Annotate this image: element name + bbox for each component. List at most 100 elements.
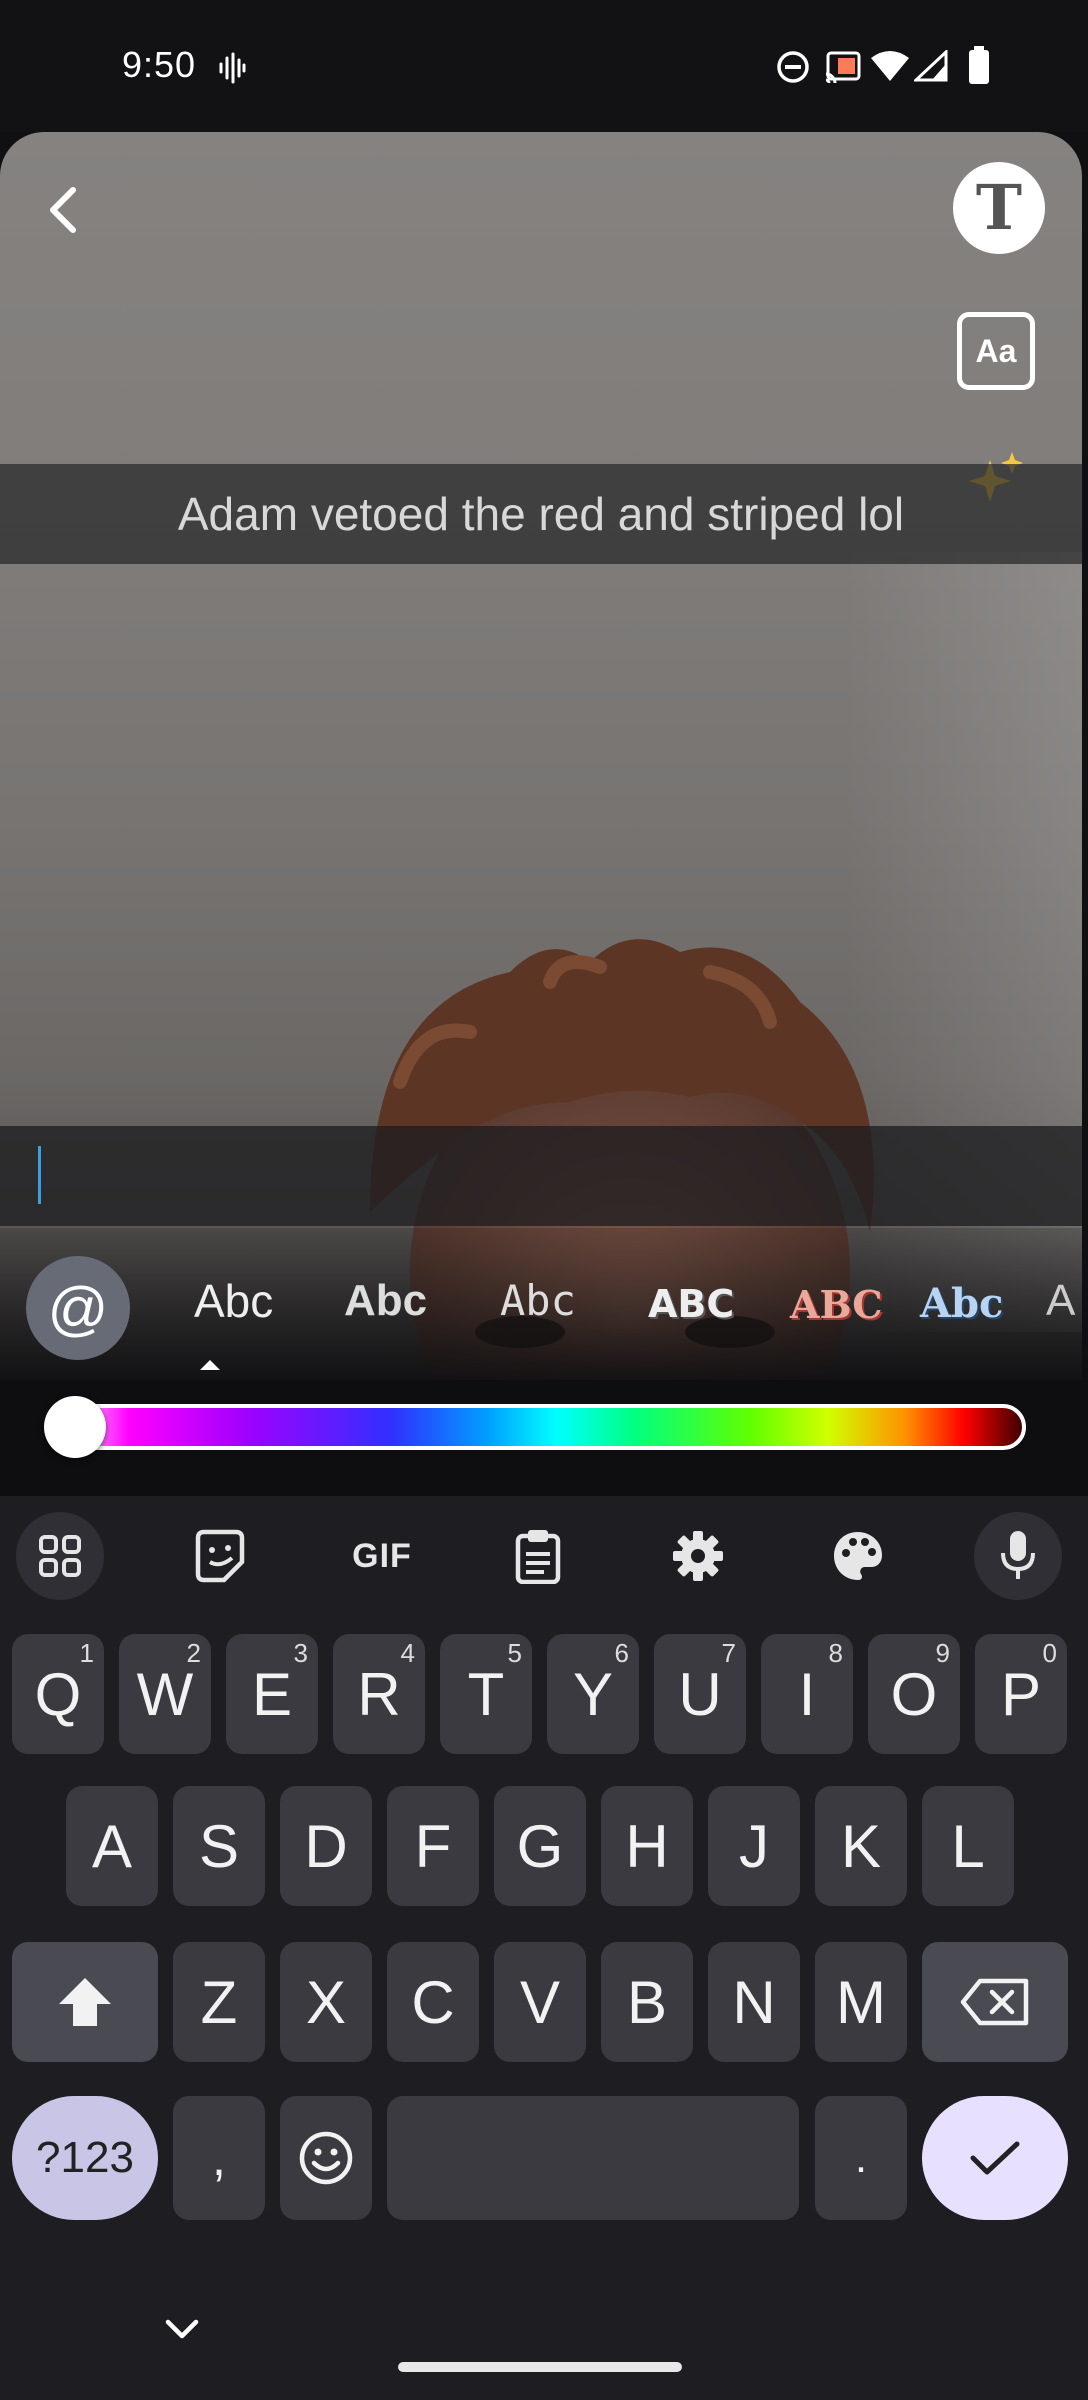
caption-text: Adam vetoed the red and striped lol bbox=[177, 488, 905, 540]
key-label: B bbox=[626, 1968, 668, 2036]
key-d[interactable]: D bbox=[280, 1786, 372, 1906]
font-option-bold[interactable]: Abc bbox=[344, 1276, 427, 1326]
caption-overlay[interactable]: Adam vetoed the red and striped lol bbox=[0, 464, 1082, 564]
voice-activity-icon bbox=[219, 52, 246, 84]
period-label: . bbox=[854, 2133, 868, 2182]
gif-button[interactable]: GIF bbox=[334, 1512, 430, 1600]
key-y[interactable]: Y6 bbox=[547, 1634, 639, 1754]
key-w[interactable]: W2 bbox=[119, 1634, 211, 1754]
key-label: O bbox=[890, 1660, 938, 1728]
key-b[interactable]: B bbox=[601, 1942, 693, 2062]
key-f[interactable]: F bbox=[387, 1786, 479, 1906]
at-icon: @ bbox=[47, 1274, 109, 1342]
key-r[interactable]: R4 bbox=[333, 1634, 425, 1754]
back-button[interactable] bbox=[32, 180, 92, 240]
backspace-icon bbox=[960, 1978, 1029, 2026]
key-hint: 2 bbox=[186, 1638, 201, 1668]
font-style-icon: Aa bbox=[975, 332, 1017, 369]
key-label: T bbox=[467, 1660, 505, 1728]
text-input-field[interactable] bbox=[0, 1126, 1082, 1226]
checkmark-icon bbox=[970, 2141, 1020, 2175]
key-label: Q bbox=[34, 1660, 82, 1728]
home-indicator[interactable] bbox=[398, 2362, 682, 2372]
done-key[interactable] bbox=[922, 2096, 1068, 2220]
period-key[interactable]: . bbox=[815, 2096, 907, 2220]
symbols-key[interactable]: ?123 bbox=[12, 2096, 158, 2220]
space-key[interactable] bbox=[387, 2096, 799, 2220]
font-option-gothic[interactable]: Abc bbox=[920, 1280, 1003, 1327]
sticker-icon bbox=[195, 1529, 245, 1583]
comma-key[interactable]: , bbox=[173, 2096, 265, 2220]
hide-keyboard-icon[interactable] bbox=[164, 2318, 200, 2342]
key-u[interactable]: U7 bbox=[654, 1634, 746, 1754]
key-m[interactable]: M bbox=[815, 1942, 907, 2062]
key-g[interactable]: G bbox=[494, 1786, 586, 1906]
key-t[interactable]: T5 bbox=[440, 1634, 532, 1754]
color-slider-area bbox=[0, 1380, 1088, 1496]
key-k[interactable]: K bbox=[815, 1786, 907, 1906]
text-cursor bbox=[38, 1146, 41, 1204]
key-hint: 5 bbox=[507, 1638, 522, 1668]
key-s[interactable]: S bbox=[173, 1786, 265, 1906]
gif-label: GIF bbox=[352, 1536, 412, 1575]
key-label: V bbox=[519, 1968, 561, 2036]
key-x[interactable]: X bbox=[280, 1942, 372, 2062]
key-p[interactable]: P0 bbox=[975, 1634, 1067, 1754]
color-slider-track[interactable] bbox=[48, 1404, 1026, 1450]
key-h[interactable]: H bbox=[601, 1786, 693, 1906]
key-n[interactable]: N bbox=[708, 1942, 800, 2062]
voice-input-button[interactable] bbox=[974, 1512, 1062, 1600]
key-hint: 6 bbox=[614, 1638, 629, 1668]
font-style-button[interactable]: Aa bbox=[957, 312, 1035, 390]
wifi-icon bbox=[871, 51, 909, 81]
key-label: Z bbox=[200, 1968, 238, 2036]
font-option-classic[interactable]: Abc bbox=[194, 1274, 273, 1328]
chevron-left-icon bbox=[50, 187, 76, 233]
microphone-icon bbox=[1001, 1531, 1035, 1579]
key-l[interactable]: L bbox=[922, 1786, 1014, 1906]
key-label: P bbox=[1000, 1660, 1042, 1728]
font-option-typewriter[interactable]: Abc bbox=[500, 1276, 576, 1325]
gear-icon bbox=[673, 1531, 723, 1581]
do-not-disturb-icon bbox=[777, 51, 809, 83]
color-slider-knob[interactable] bbox=[44, 1396, 106, 1458]
key-label: C bbox=[411, 1968, 455, 2036]
key-e[interactable]: E3 bbox=[226, 1634, 318, 1754]
font-option-impact[interactable]: ABC bbox=[648, 1282, 734, 1326]
key-i[interactable]: I8 bbox=[761, 1634, 853, 1754]
key-hint: 7 bbox=[721, 1638, 736, 1668]
shift-key[interactable] bbox=[12, 1942, 158, 2062]
font-option-more[interactable]: A bbox=[1046, 1276, 1075, 1326]
font-style-row: @ Abc Abc Abc ABC ABC Abc A bbox=[0, 1228, 1088, 1380]
key-hint: 4 bbox=[400, 1638, 415, 1668]
keyboard: GIF Q 1 W 2 E 3 R 4 T 5 Y 6 U 7 I 8 O 9 … bbox=[0, 1496, 1088, 2400]
text-tool-icon: T bbox=[975, 171, 1023, 244]
status-time: 9:50 bbox=[122, 44, 197, 85]
key-label: R bbox=[357, 1660, 401, 1728]
key-z[interactable]: Z bbox=[173, 1942, 265, 2062]
key-label: X bbox=[305, 1968, 347, 2036]
camera-preview[interactable]: T Aa Adam vetoed the red and striped lol bbox=[0, 132, 1082, 1382]
sticker-button[interactable] bbox=[176, 1512, 264, 1600]
clipboard-button[interactable] bbox=[494, 1512, 582, 1600]
key-label: S bbox=[198, 1812, 240, 1880]
key-q[interactable]: Q1 bbox=[12, 1634, 104, 1754]
mention-button[interactable]: @ bbox=[26, 1256, 130, 1360]
key-label: D bbox=[304, 1812, 348, 1880]
settings-button[interactable] bbox=[654, 1512, 742, 1600]
shift-icon bbox=[59, 1978, 111, 2026]
key-v[interactable]: V bbox=[494, 1942, 586, 2062]
font-option-retro[interactable]: ABC bbox=[790, 1282, 883, 1327]
status-bar: 9:50 bbox=[0, 0, 1088, 132]
backspace-key[interactable] bbox=[922, 1942, 1068, 2062]
emoji-key[interactable] bbox=[280, 2096, 372, 2220]
key-c[interactable]: C bbox=[387, 1942, 479, 2062]
text-tool-button[interactable]: T bbox=[953, 162, 1045, 254]
key-o[interactable]: O9 bbox=[868, 1634, 960, 1754]
key-hint: 3 bbox=[293, 1638, 308, 1668]
key-j[interactable]: J bbox=[708, 1786, 800, 1906]
key-label: G bbox=[516, 1812, 564, 1880]
key-a[interactable]: A bbox=[66, 1786, 158, 1906]
theme-button[interactable] bbox=[814, 1512, 902, 1600]
apps-grid-button[interactable] bbox=[16, 1512, 104, 1600]
